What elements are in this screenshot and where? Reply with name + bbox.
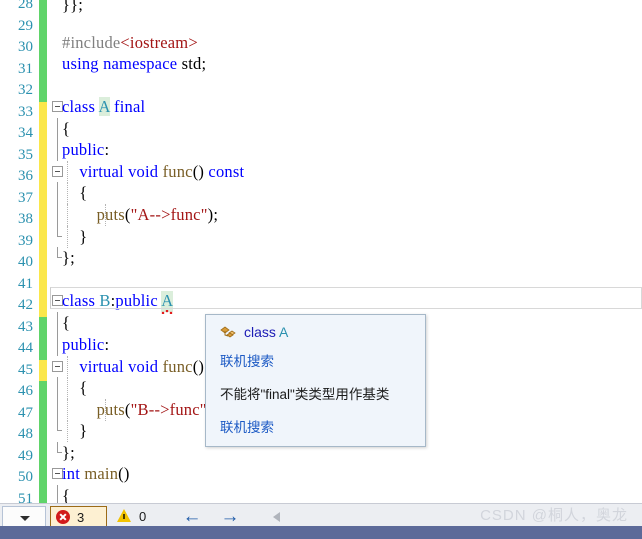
code-line-text: { bbox=[62, 119, 71, 138]
online-search-link-top[interactable]: 联机搜索 bbox=[220, 350, 274, 370]
error-count: 3 bbox=[77, 510, 85, 525]
code-line-text: { bbox=[62, 378, 88, 397]
code-line-text: }; bbox=[62, 443, 75, 462]
code-line-text: } bbox=[62, 421, 88, 440]
code-line-text: public: bbox=[62, 140, 110, 159]
code-line-text: puts("A-->func"); bbox=[96, 205, 219, 224]
code-editor[interactable]: 28 29 30 31 32 33 34 35 36 37 38 39 40 41 42 43 44 45 46 47… bbox=[0, 0, 642, 503]
navigate-back-button[interactable]: ← bbox=[177, 506, 207, 528]
code-line[interactable]: }}; bbox=[0, 0, 642, 16]
code-line[interactable]: }; bbox=[0, 247, 642, 269]
code-line-text: int main() bbox=[62, 464, 130, 483]
symbol-highlight-a: A bbox=[98, 97, 110, 116]
code-line-text: #include<iostream> bbox=[62, 33, 198, 52]
code-line-text: class A final bbox=[62, 97, 146, 116]
chevron-down-icon bbox=[20, 516, 30, 521]
code-line-text: { bbox=[62, 486, 71, 503]
code-line[interactable]: class A final bbox=[0, 96, 642, 118]
code-line[interactable]: #include<iostream> bbox=[0, 32, 642, 54]
bottom-accent-bar bbox=[0, 526, 642, 539]
code-line-text: { bbox=[62, 313, 71, 332]
code-line[interactable]: puts("A-->func"); bbox=[0, 204, 642, 226]
tooltip-signature-keyword: class bbox=[244, 324, 276, 340]
code-line[interactable] bbox=[0, 268, 642, 290]
warning-icon bbox=[117, 509, 131, 522]
scroll-left-button[interactable] bbox=[265, 506, 289, 528]
code-line[interactable]: { bbox=[0, 118, 642, 140]
triangle-left-icon bbox=[273, 512, 280, 522]
tooltip-signature: class A bbox=[244, 324, 288, 340]
code-line-text: using namespace std; bbox=[62, 54, 207, 73]
warning-count: 0 bbox=[139, 509, 147, 524]
online-search-link-bottom[interactable]: 联机搜索 bbox=[220, 416, 274, 436]
code-line-text: }; bbox=[62, 248, 75, 267]
code-line[interactable]: public: bbox=[0, 139, 642, 161]
warning-filter-button[interactable]: 0 bbox=[113, 506, 165, 528]
code-line[interactable] bbox=[0, 74, 642, 96]
tooltip-signature-name: A bbox=[279, 324, 289, 340]
code-line-text: { bbox=[62, 183, 88, 202]
code-line-text: }}; bbox=[62, 0, 84, 14]
code-line[interactable]: virtual void func() const bbox=[0, 161, 642, 183]
code-line[interactable]: using namespace std; bbox=[0, 53, 642, 75]
error-icon bbox=[56, 510, 70, 524]
error-symbol-a: A bbox=[161, 291, 174, 312]
code-line[interactable]: } bbox=[0, 226, 642, 248]
code-line-text: public: bbox=[62, 335, 110, 354]
code-line[interactable]: { bbox=[0, 182, 642, 204]
tooltip-error-message: 不能将"final"类类型用作基类 bbox=[220, 387, 390, 402]
navigate-forward-button[interactable]: → bbox=[215, 506, 245, 528]
quick-info-tooltip: class A 联机搜索 不能将"final"类类型用作基类 联机搜索 bbox=[205, 314, 426, 447]
error-filter-button[interactable]: 3 bbox=[50, 506, 107, 528]
code-line-text: } bbox=[62, 227, 88, 246]
code-line-text: class B:public A bbox=[62, 291, 174, 312]
code-line[interactable]: { bbox=[0, 485, 642, 503]
code-line[interactable]: class B:public A bbox=[0, 290, 642, 312]
scope-selector-dropdown[interactable] bbox=[2, 506, 46, 528]
class-icon bbox=[220, 326, 237, 340]
code-line-text: virtual void func() const bbox=[79, 162, 245, 181]
code-line[interactable]: int main() bbox=[0, 463, 642, 485]
code-line-text: puts("B-->func"); bbox=[96, 400, 217, 419]
